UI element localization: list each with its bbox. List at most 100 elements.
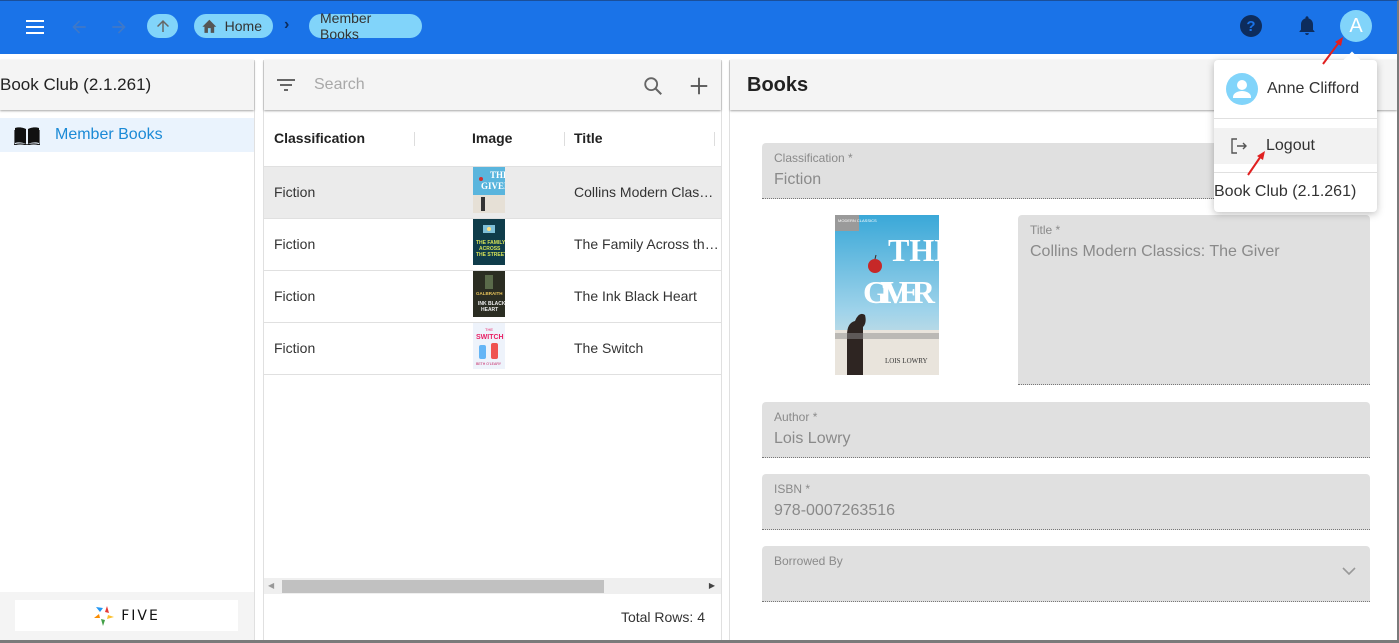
breadcrumb-home-label: Home xyxy=(224,18,262,34)
scroll-left-icon[interactable]: ◀ xyxy=(268,581,274,590)
up-button[interactable] xyxy=(147,14,178,38)
cell-classification: Fiction xyxy=(274,236,316,252)
breadcrumb-home[interactable]: Home xyxy=(194,14,273,38)
hamburger-icon xyxy=(26,20,44,22)
hamburger-icon-line xyxy=(26,26,44,28)
user-menu: Anne Clifford Logout Book Club (2.1.261) xyxy=(1214,51,1377,212)
classification-label: Classification * xyxy=(774,151,853,165)
logout-label: Logout xyxy=(1266,137,1315,154)
book-cover-thumbnail: GALBRAITH INK BLACK HEART xyxy=(473,271,505,317)
menu-button[interactable] xyxy=(22,16,46,38)
column-resize-handle[interactable] xyxy=(714,132,715,146)
sidebar-item-member-books[interactable]: Member Books xyxy=(0,118,254,152)
svg-text:SWITCH: SWITCH xyxy=(476,334,504,341)
forward-button[interactable] xyxy=(106,14,132,40)
column-resize-handle[interactable] xyxy=(414,132,415,146)
menu-app-version: Book Club (2.1.261) xyxy=(1214,183,1357,200)
title-field[interactable]: Title * Collins Modern Classics: The Giv… xyxy=(1018,215,1370,385)
author-label: Author * xyxy=(774,410,818,424)
title-label: Title * xyxy=(1030,223,1061,237)
menu-divider xyxy=(1214,172,1377,173)
breadcrumb-separator-icon: › xyxy=(284,16,290,33)
filter-icon[interactable] xyxy=(276,77,296,93)
chevron-down-icon[interactable] xyxy=(1342,566,1356,576)
column-header-image[interactable]: Image xyxy=(472,130,512,146)
menu-user-info: Anne Clifford xyxy=(1214,60,1377,119)
back-button[interactable] xyxy=(66,14,92,40)
cell-title: The Family Across the Street xyxy=(574,236,719,252)
svg-text:GIVER: GIVER xyxy=(481,181,505,191)
logout-menu-item[interactable]: Logout xyxy=(1214,128,1377,164)
table-row[interactable]: Fiction THE FAMILY ACROSS THE STREET The… xyxy=(264,219,721,271)
add-icon[interactable] xyxy=(688,75,710,97)
cell-classification: Fiction xyxy=(274,288,316,304)
five-logo: FIVE xyxy=(15,600,238,631)
search-input[interactable] xyxy=(314,72,614,98)
isbn-field[interactable]: ISBN * 978-0007263516 xyxy=(762,474,1370,530)
avatar-initial: A xyxy=(1349,14,1363,37)
cover-series: MODERN CLASSICS xyxy=(838,218,877,223)
svg-text:THE STREET: THE STREET xyxy=(476,252,505,258)
svg-text:THE: THE xyxy=(485,327,493,332)
borrowed-by-select[interactable]: Borrowed By xyxy=(762,546,1370,602)
author-value: Lois Lowry xyxy=(774,430,851,447)
author-field[interactable]: Author * Lois Lowry xyxy=(762,402,1370,458)
top-app-bar: Home › Member Books ? A xyxy=(0,0,1399,54)
cell-classification: Fiction xyxy=(274,184,316,200)
arrow-left-icon xyxy=(72,20,86,34)
bell-icon xyxy=(1299,16,1315,35)
horizontal-scrollbar[interactable]: ◀ ▶ xyxy=(264,578,721,594)
table-row[interactable]: Fiction THE SWITCH BETH O'LEARY The Swit… xyxy=(264,323,721,375)
isbn-label: ISBN * xyxy=(774,482,811,496)
svg-text:THE: THE xyxy=(490,170,505,180)
hamburger-icon-line xyxy=(26,32,44,34)
borrowed-by-label: Borrowed By xyxy=(774,554,843,568)
svg-text:BETH O'LEARY: BETH O'LEARY xyxy=(476,362,502,366)
cover-title-line2: GIVER xyxy=(863,274,936,310)
cell-title: Collins Modern Classics: The Giver xyxy=(574,184,719,200)
sidebar-item-label: Member Books xyxy=(55,126,163,143)
table-row[interactable]: Fiction GALBRAITH INK BLACK HEART The In… xyxy=(264,271,721,323)
scroll-right-icon[interactable]: ▶ xyxy=(709,581,715,590)
person-icon xyxy=(1233,80,1251,98)
notifications-button[interactable] xyxy=(1296,14,1318,38)
isbn-value: 978-0007263516 xyxy=(774,502,896,519)
logout-icon xyxy=(1231,138,1247,154)
five-logo-text: FIVE xyxy=(121,607,160,624)
cell-title: The Switch xyxy=(574,340,644,356)
column-header-title[interactable]: Title xyxy=(574,130,603,146)
cell-classification: Fiction xyxy=(274,340,316,356)
classification-value: Fiction xyxy=(774,171,822,188)
book-cover-thumbnail: THE FAMILY ACROSS THE STREET xyxy=(473,219,505,265)
cover-author: LOIS LOWRY xyxy=(885,357,928,365)
total-rows: Total Rows: 4 xyxy=(620,609,705,625)
list-toolbar xyxy=(264,60,721,110)
column-header-classification[interactable]: Classification xyxy=(274,130,365,146)
column-resize-handle[interactable] xyxy=(564,132,565,146)
breadcrumb-member-books[interactable]: Member Books xyxy=(309,10,422,42)
breadcrumb-member-books-label: Member Books xyxy=(320,10,372,42)
user-avatar xyxy=(1226,73,1258,105)
form-title: Books xyxy=(747,73,809,96)
svg-text:HEART: HEART xyxy=(481,307,498,313)
help-button[interactable]: ? xyxy=(1240,15,1262,37)
table-header: Classification Image Title xyxy=(264,110,721,167)
book-cover-thumbnail: THE SWITCH BETH O'LEARY xyxy=(473,323,505,369)
sidebar-header: Book Club (2.1.261) xyxy=(0,60,254,110)
book-cover-thumbnail: THE GIVER xyxy=(473,167,505,213)
table-row[interactable]: Fiction THE GIVER Collins Modern Classic… xyxy=(264,167,721,219)
app-title: Book Club (2.1.261) xyxy=(0,75,152,94)
title-value: Collins Modern Classics: The Giver xyxy=(1030,243,1280,260)
cover-title-line1: THE xyxy=(888,232,939,268)
cell-title: The Ink Black Heart xyxy=(574,288,697,304)
open-book-icon xyxy=(14,127,40,145)
user-avatar-button[interactable]: A xyxy=(1340,10,1372,42)
home-icon xyxy=(202,19,217,33)
search-icon[interactable] xyxy=(642,75,664,97)
help-icon: ? xyxy=(1246,17,1256,35)
user-name: Anne Clifford xyxy=(1267,80,1360,97)
arrow-right-icon xyxy=(112,20,126,34)
scrollbar-thumb[interactable] xyxy=(282,580,604,593)
svg-text:GALBRAITH: GALBRAITH xyxy=(476,291,503,296)
book-cover-image[interactable]: MODERN CLASSICS THE GIVER LOIS LOWRY xyxy=(835,215,939,375)
